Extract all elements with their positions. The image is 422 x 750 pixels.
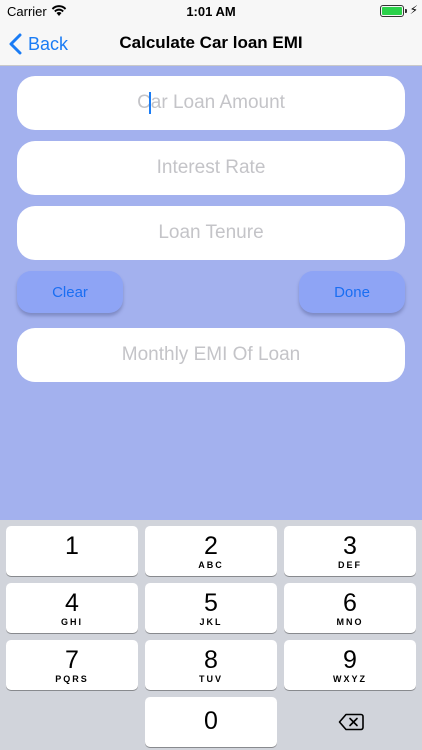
battery-icon	[380, 5, 404, 17]
key-6[interactable]: 6 MNO	[284, 583, 416, 633]
key-0[interactable]: 0	[145, 697, 277, 747]
key-8[interactable]: 8 TUV	[145, 640, 277, 690]
key-letters: GHI	[60, 617, 83, 627]
loan-tenure-field[interactable]	[17, 206, 405, 260]
key-5[interactable]: 5 JKL	[145, 583, 277, 633]
key-9[interactable]: 9 WXYZ	[284, 640, 416, 690]
done-button[interactable]: Done	[299, 271, 405, 313]
key-digit: 0	[204, 707, 218, 735]
key-letters: JKL	[199, 617, 223, 627]
monthly-emi-input[interactable]	[17, 328, 405, 382]
key-digit: 6	[343, 589, 357, 617]
key-digit: 2	[204, 532, 218, 560]
key-digit: 8	[204, 646, 218, 674]
battery-cap	[405, 9, 407, 13]
interest-rate-field[interactable]	[17, 141, 405, 195]
key-4[interactable]: 4 GHI	[6, 583, 138, 633]
key-2[interactable]: 2 ABC	[145, 526, 277, 576]
key-3[interactable]: 3 DEF	[284, 526, 416, 576]
charging-bolt-icon: ⚡	[409, 3, 418, 17]
key-digit: 7	[65, 646, 79, 674]
text-caret	[149, 92, 151, 114]
key-letters: PQRS	[55, 674, 89, 684]
key-digit: 3	[343, 532, 357, 560]
key-7[interactable]: 7 PQRS	[6, 640, 138, 690]
key-letters: MNO	[336, 617, 364, 627]
backspace-icon	[338, 713, 364, 731]
loan-amount-input[interactable]	[17, 76, 405, 130]
key-letters: ABC	[198, 560, 224, 570]
key-digit: 1	[65, 532, 79, 560]
monthly-emi-field[interactable]	[17, 328, 405, 382]
numeric-keypad: 1 2 ABC 3 DEF 4 GHI 5 JKL 6 MNO 7 PQRS 8…	[0, 520, 422, 750]
page-title: Calculate Car loan EMI	[119, 33, 303, 52]
status-time: 1:01 AM	[186, 4, 236, 19]
key-digit: 9	[343, 646, 357, 674]
loan-tenure-input[interactable]	[17, 206, 405, 260]
status-bar: Carrier 1:01 AM ⚡	[0, 0, 422, 22]
key-letters: TUV	[199, 674, 223, 684]
key-letters: DEF	[338, 560, 362, 570]
loan-amount-field[interactable]	[17, 76, 405, 130]
key-letters: WXYZ	[333, 674, 367, 684]
clear-button[interactable]: Clear	[17, 271, 123, 313]
navigation-bar: Back Calculate Car loan EMI	[0, 22, 422, 66]
key-1[interactable]: 1	[6, 526, 138, 576]
interest-rate-input[interactable]	[17, 141, 405, 195]
delete-key[interactable]	[285, 697, 417, 747]
key-digit: 5	[204, 589, 218, 617]
key-digit: 4	[65, 589, 79, 617]
